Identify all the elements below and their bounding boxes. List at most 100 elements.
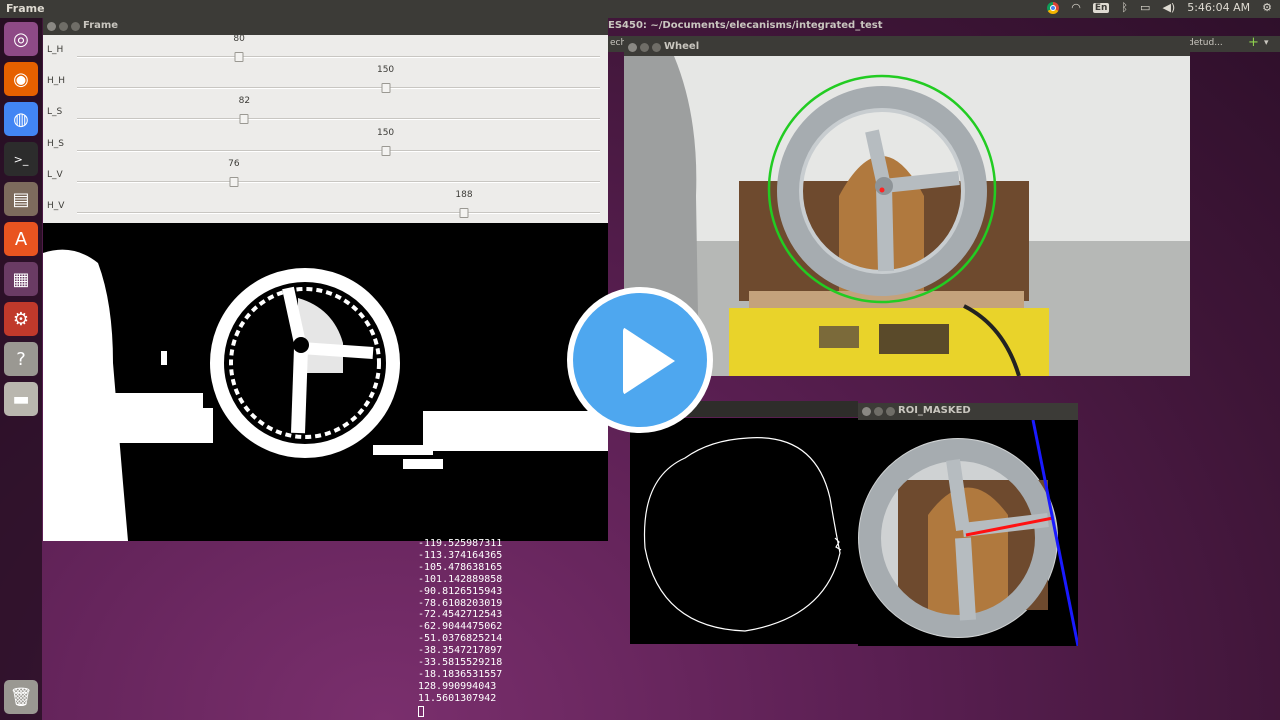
- roi-contour-image: [630, 418, 858, 644]
- new-tab-plus-icon[interactable]: +: [1248, 35, 1259, 50]
- trackbar-h-v: H_V 188: [43, 190, 608, 222]
- volume-icon[interactable]: ◀): [1162, 1, 1175, 14]
- workspace-icon[interactable]: ▦: [4, 262, 38, 296]
- roi-contour-view: [630, 418, 858, 644]
- terminal-output-line: -119.525987311: [418, 538, 503, 549]
- trackbar-label: H_S: [47, 138, 64, 149]
- terminal-output-line: 128.990994043: [418, 680, 497, 692]
- trash-icon[interactable]: 🗑: [4, 680, 38, 714]
- terminal-output: -119.525987311 -113.374164365 -105.4786381…: [418, 538, 618, 720]
- ubuntu-dash-icon[interactable]: ◎: [4, 22, 38, 56]
- trackbar-value: 80: [233, 34, 245, 44]
- terminal-icon[interactable]: >_: [4, 142, 38, 176]
- terminal-tab-fragment-right[interactable]: detud...: [1188, 38, 1223, 50]
- bluetooth-icon[interactable]: ᛒ: [1121, 1, 1128, 14]
- chrome-icon[interactable]: ◍: [4, 102, 38, 136]
- tab-menu-chevron-icon[interactable]: ▾: [1264, 38, 1269, 50]
- drive-icon[interactable]: ▬: [4, 382, 38, 416]
- terminal-cursor: [418, 705, 424, 717]
- trackbar-label: L_S: [47, 107, 63, 118]
- trackbar-track[interactable]: [77, 87, 600, 90]
- roi-masked-image: [858, 420, 1078, 646]
- terminal-output-line: -18.1836531557: [418, 668, 503, 680]
- close-button[interactable]: [628, 43, 637, 52]
- roi-masked-view: [858, 420, 1078, 646]
- power-gear-icon[interactable]: ⚙: [1262, 1, 1272, 14]
- software-center-icon[interactable]: A: [4, 222, 38, 256]
- terminal-output-line: 11.5601307942: [418, 692, 497, 704]
- terminal-output-line: -72.4542712543: [418, 609, 503, 621]
- roi-masked-window-title: ROI_MASKED: [898, 405, 971, 416]
- settings-icon[interactable]: ⚙: [4, 302, 38, 336]
- minimize-button[interactable]: [640, 43, 649, 52]
- terminal-window-title: ES450: ~/Documents/elecanisms/integrated…: [608, 20, 883, 31]
- help-icon[interactable]: ?: [4, 342, 38, 376]
- frame-window-title: Frame: [83, 20, 119, 31]
- trackbar-value: 82: [238, 96, 251, 107]
- minimize-button[interactable]: [59, 22, 68, 31]
- play-triangle-icon: [623, 327, 675, 395]
- terminal-output-line: -51.0376825214: [418, 633, 503, 645]
- battery-icon[interactable]: ▭: [1140, 1, 1150, 14]
- trackbar-l-v: L_V 76: [43, 158, 608, 191]
- trackbar-value: 188: [455, 190, 473, 200]
- trackbar-track[interactable]: [77, 180, 600, 183]
- hsv-trackbar-panel: L_H 80 H_H 150 L_S 82 H_S 150 L_V 76 H_V 188: [43, 34, 608, 223]
- trackbar-handle[interactable]: [229, 176, 239, 187]
- trackbar-track[interactable]: [77, 149, 600, 152]
- keyboard-layout-indicator[interactable]: En: [1092, 2, 1110, 13]
- trackbar-track[interactable]: [77, 56, 600, 58]
- terminal-output-line: -78.6108203019: [418, 597, 503, 609]
- trackbar-label: L_V: [47, 169, 63, 180]
- minimize-button[interactable]: [874, 407, 883, 416]
- trackbar-h-s: H_S 150: [43, 127, 608, 160]
- trackbar-l-h: L_H 80: [43, 34, 608, 66]
- terminal-output-line: -33.5815529218: [418, 657, 503, 669]
- trackbar-handle[interactable]: [381, 83, 391, 94]
- video-play-button[interactable]: [567, 287, 713, 433]
- frame-window-titlebar[interactable]: Frame: [43, 18, 608, 35]
- indicator-area: ◠ En ᛒ ▭ ◀) 5:46:04 AM ⚙: [1047, 1, 1272, 14]
- trackbar-label: H_H: [47, 76, 66, 87]
- wheel-center-marker: [879, 187, 885, 193]
- terminal-output-line: -62.9044475062: [418, 621, 503, 633]
- chrome-indicator-icon[interactable]: [1047, 1, 1060, 14]
- roi-masked-window-titlebar[interactable]: ROI_MASKED: [858, 403, 1078, 420]
- terminal-output-line: -113.374164365: [418, 549, 503, 561]
- terminal-output-line: -38.3547217897: [418, 645, 503, 657]
- trackbar-track[interactable]: [77, 212, 600, 214]
- top-panel: Frame ◠ En ᛒ ▭ ◀) 5:46:04 AM ⚙: [0, 0, 1280, 18]
- active-app-title: Frame: [6, 2, 45, 15]
- trackbar-handle[interactable]: [234, 52, 244, 62]
- files-icon[interactable]: ▤: [4, 182, 38, 216]
- wheel-window-title: Wheel: [664, 41, 700, 52]
- maximize-button[interactable]: [71, 22, 80, 31]
- hsv-mask-view: [43, 223, 608, 541]
- mask-image: [43, 223, 608, 541]
- trackbar-handle[interactable]: [381, 145, 391, 156]
- terminal-output-line: -101.142889858: [418, 573, 503, 585]
- trackbar-label: H_V: [47, 201, 65, 211]
- wheel-window-titlebar[interactable]: Wheel: [624, 39, 1190, 56]
- trackbar-label: L_H: [47, 45, 64, 55]
- launcher: ◎ ◉ ◍ >_ ▤ A ▦ ⚙? ▬ 🗑: [0, 18, 42, 720]
- close-button[interactable]: [47, 22, 56, 31]
- wifi-icon[interactable]: ◠: [1071, 1, 1081, 14]
- terminal-output-line: -90.8126515943: [418, 585, 503, 597]
- trackbar-track[interactable]: [77, 118, 600, 121]
- terminal-output-line: -105.478638165: [418, 561, 503, 573]
- clock[interactable]: 5:46:04 AM: [1187, 1, 1250, 14]
- trackbar-handle[interactable]: [239, 114, 249, 125]
- trackbar-h-h: H_H 150: [43, 65, 608, 97]
- trackbar-value: 150: [376, 127, 395, 138]
- wheel-camera-view: [624, 56, 1190, 376]
- trackbar-l-s: L_S 82: [43, 96, 608, 128]
- play-button-circle: [573, 293, 707, 427]
- close-button[interactable]: [862, 407, 871, 416]
- trackbar-handle[interactable]: [459, 208, 469, 218]
- trackbar-value: 76: [228, 158, 240, 169]
- maximize-button[interactable]: [886, 407, 895, 416]
- maximize-button[interactable]: [652, 43, 661, 52]
- firefox-icon[interactable]: ◉: [4, 62, 38, 96]
- wheel-camera-image: [624, 56, 1190, 376]
